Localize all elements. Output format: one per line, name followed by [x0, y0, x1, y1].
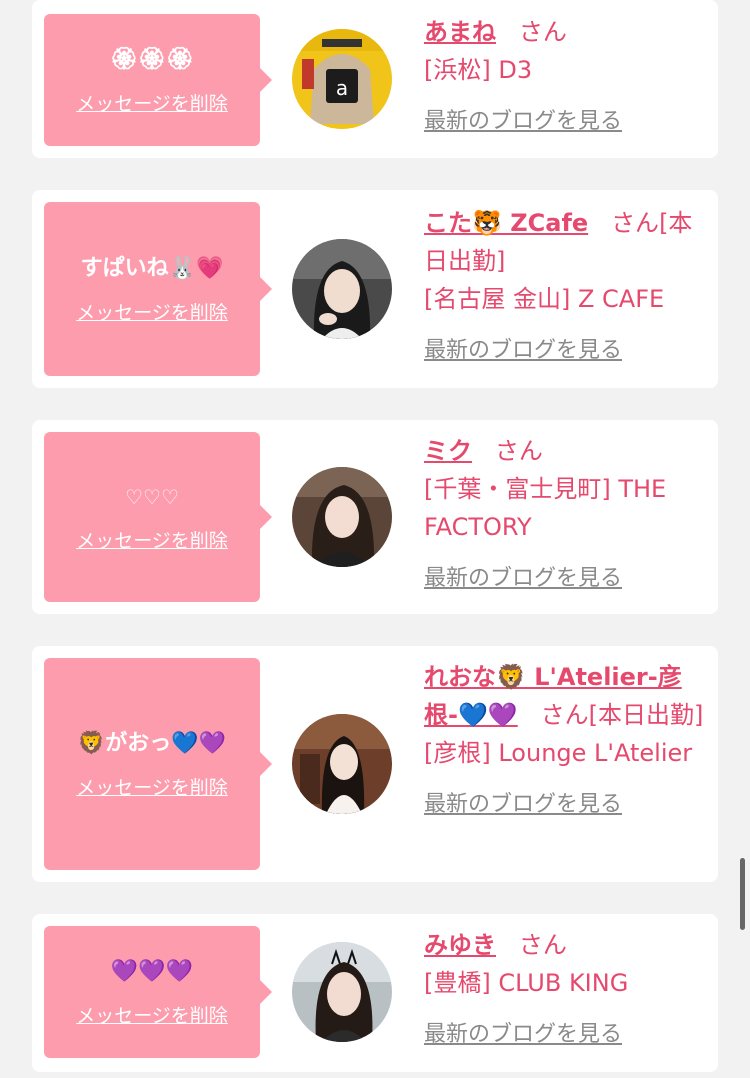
attendance-status: [本日出勤] — [588, 701, 704, 729]
cast-name-link[interactable]: ミク — [424, 437, 472, 465]
delete-message-link[interactable]: メッセージを削除 — [76, 773, 228, 800]
portrait-photo-icon — [292, 467, 392, 567]
san-suffix: さん — [540, 701, 589, 729]
delete-message-link[interactable]: メッセージを削除 — [76, 89, 228, 116]
entry-info: みゆき さん [豊橋] CLUB KING 最新のブログを見る — [424, 926, 710, 1054]
magazine-photo-icon: a — [292, 29, 392, 129]
delete-message-link[interactable]: メッセージを削除 — [76, 526, 228, 553]
message-card: すぱいね🐰💗 メッセージを削除 こた🐯 ZCafe さん[本日出勤] [名古屋 … — [32, 190, 718, 388]
view-latest-blog-link[interactable]: 最新のブログを見る — [424, 103, 622, 141]
portrait-photo-icon — [292, 942, 392, 1042]
entry-info: ミク さん [千葉・富士見町] THE FACTORY 最新のブログを見る — [424, 432, 710, 598]
cast-name-link[interactable]: みゆき — [424, 931, 496, 959]
cast-name-link[interactable]: こた🐯 ZCafe — [424, 209, 588, 237]
delete-message-link[interactable]: メッセージを削除 — [76, 298, 228, 325]
avatar[interactable] — [292, 467, 392, 567]
shop-label: [千葉・富士見町] THE FACTORY — [424, 475, 667, 541]
shop-label: [浜松] D3 — [424, 56, 533, 84]
message-card: 🏵🏵🏵 メッセージを削除 a あまね さん [浜松] D3 最新のブログを見る — [32, 0, 718, 158]
message-card: ♡♡♡ メッセージを削除 ミク さん [千葉・富士見町] THE FACTORY… — [32, 420, 718, 614]
view-latest-blog-link[interactable]: 最新のブログを見る — [424, 332, 622, 370]
message-card: 🦁がおっ💙💜 メッセージを削除 れおな🦁 L'Atelier-彦根-💙💜 さん[… — [32, 646, 718, 882]
view-latest-blog-link[interactable]: 最新のブログを見る — [424, 1016, 622, 1054]
message-bubble: すぱいね🐰💗 メッセージを削除 — [44, 202, 272, 376]
message-bubble: ♡♡♡ メッセージを削除 — [44, 432, 272, 602]
portrait-photo-icon — [292, 239, 392, 339]
san-suffix: さん — [494, 437, 543, 465]
message-bubble: 💜💜💜 メッセージを削除 — [44, 926, 272, 1058]
message-text: すぱいね🐰💗 — [80, 255, 224, 281]
scrollbar[interactable] — [740, 858, 745, 930]
view-latest-blog-link[interactable]: 最新のブログを見る — [424, 786, 622, 824]
message-card: 💜💜💜 メッセージを削除 みゆき さん [豊橋] CLUB KING 最新のブロ… — [32, 914, 718, 1072]
message-text: 🏵🏵🏵 — [110, 46, 194, 72]
cast-name-link[interactable]: あまね — [424, 18, 496, 46]
avatar[interactable] — [292, 942, 392, 1042]
san-suffix: さん — [611, 209, 660, 237]
message-bubble: 🦁がおっ💙💜 メッセージを削除 — [44, 658, 272, 870]
svg-text:a: a — [336, 76, 348, 100]
entry-info: こた🐯 ZCafe さん[本日出勤] [名古屋 金山] Z CAFE 最新のブロ… — [424, 204, 710, 370]
message-text: 💜💜💜 — [110, 958, 194, 984]
avatar[interactable] — [292, 239, 392, 339]
message-text: 🦁がおっ💙💜 — [77, 730, 227, 756]
avatar[interactable] — [292, 714, 392, 814]
message-bubble: 🏵🏵🏵 メッセージを削除 — [44, 14, 272, 146]
delete-message-link[interactable]: メッセージを削除 — [76, 1001, 228, 1028]
entry-info: あまね さん [浜松] D3 最新のブログを見る — [424, 13, 710, 141]
shop-label: [豊橋] CLUB KING — [424, 969, 629, 997]
view-latest-blog-link[interactable]: 最新のブログを見る — [424, 560, 622, 598]
message-text: ♡♡♡ — [125, 484, 179, 509]
avatar[interactable]: a — [292, 29, 392, 129]
shop-label: [名古屋 金山] Z CAFE — [424, 285, 665, 313]
portrait-photo-icon — [292, 714, 392, 814]
shop-label: [彦根] Lounge L'Atelier — [424, 739, 693, 767]
san-suffix: さん — [518, 18, 567, 46]
san-suffix: さん — [518, 931, 567, 959]
entry-info: れおな🦁 L'Atelier-彦根-💙💜 さん[本日出勤] [彦根] Loung… — [424, 658, 710, 824]
